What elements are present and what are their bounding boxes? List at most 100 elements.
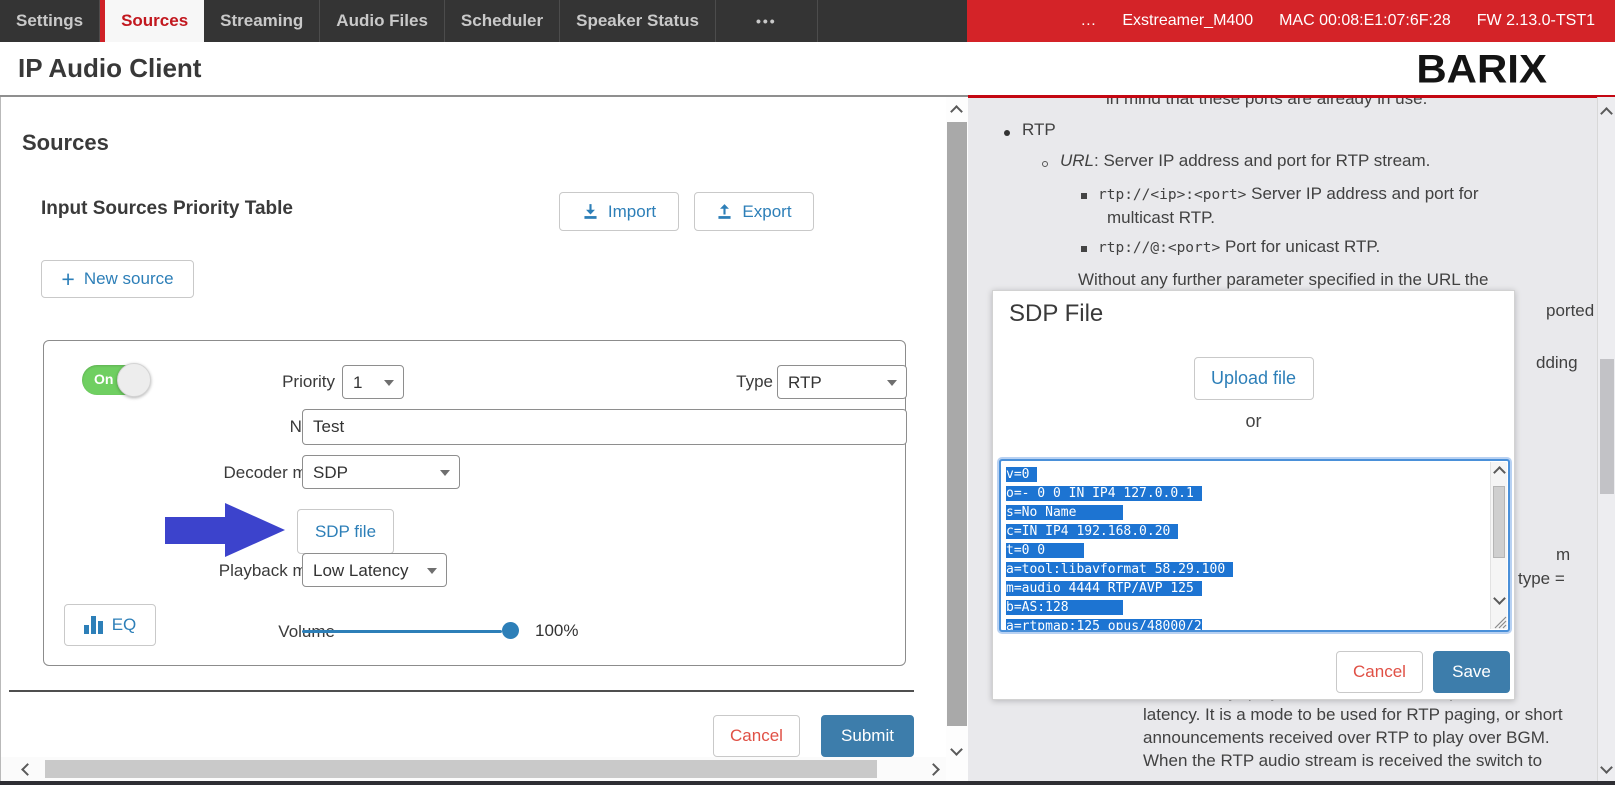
modal-cancel-button[interactable]: Cancel [1336,651,1423,693]
scroll-up-icon[interactable] [1493,466,1506,479]
chevron-down-icon [427,568,437,574]
cancel-button[interactable]: Cancel [713,715,800,757]
page-scrollbar-thumb[interactable] [1600,359,1614,494]
resize-grip-icon[interactable] [1493,615,1507,629]
doc-fragment: dding [1536,353,1578,373]
tab-settings[interactable]: Settings [0,0,100,42]
submit-button[interactable]: Submit [821,715,914,757]
volume-slider-track[interactable] [302,630,502,633]
sdp-line: o=- 0 0 IN IP4 127.0.0.1 [1006,486,1202,501]
horizontal-scrollbar[interactable] [1,757,946,782]
doc-fragment: type = [1518,569,1565,589]
tab-more[interactable]: ••• [716,0,818,42]
priority-value: 1 [353,373,362,393]
submit-label: Submit [841,726,894,746]
toggle-knob [117,363,151,397]
window-bottom-edge [0,781,1615,785]
toggle-on-label: On [94,371,113,387]
source-enabled-toggle[interactable]: On [82,365,149,395]
decoder-mode-value: SDP [313,463,348,483]
import-button[interactable]: Import [559,192,679,231]
chevron-down-icon [440,470,450,476]
upload-file-button[interactable]: Upload file [1194,357,1314,400]
doc-fragment: m [1556,545,1570,565]
name-input[interactable] [302,409,907,445]
app-header: IP Audio Client BARIX [0,42,1615,97]
playback-mode-value: Low Latency [313,561,408,581]
doc-url-rest: : Server IP address and port for RTP str… [1094,151,1430,170]
sources-heading: Sources [22,130,109,156]
doc-url-term: URL [1060,151,1094,170]
doc-low-latency-line4: When the RTP audio stream is received th… [1143,751,1542,771]
scroll-left-icon[interactable] [21,763,34,776]
sdp-line: a=tool:libavformat 58.29.100 [1006,562,1233,577]
doc-multicast-rest: Server IP address and port for [1246,184,1478,203]
scroll-down-icon[interactable] [950,743,963,756]
doc-rtp-item: RTP [1022,120,1056,140]
doc-low-latency-line3: announcements received over RTP to play … [1143,728,1550,748]
import-label: Import [608,202,656,222]
sdp-line: t=0 0 [1006,543,1084,558]
sdp-line: c=IN IP4 192.168.0.20 [1006,524,1178,539]
device-mac: MAC 00:08:E1:07:6F:28 [1279,12,1451,30]
tab-speaker-status[interactable]: Speaker Status [560,0,716,42]
bullet-icon [1004,130,1010,136]
decoder-mode-select[interactable]: SDP [302,455,460,489]
tab-streaming[interactable]: Streaming [204,0,320,42]
scroll-up-icon[interactable] [1600,107,1613,120]
pane-scrollbar-thumb[interactable] [947,122,967,726]
sdp-line: a=rtpmap:125 opus/48000/2 [1006,619,1202,632]
export-label: Export [742,202,791,222]
doc-without-line: Without any further parameter specified … [1078,270,1488,290]
textarea-scrollbar[interactable] [1490,462,1507,629]
modal-save-button[interactable]: Save [1433,651,1510,693]
priority-label: Priority [235,372,335,392]
sdp-file-button[interactable]: SDP file [297,509,394,554]
device-firmware: FW 2.13.0-TST1 [1477,12,1595,30]
priority-table-heading: Input Sources Priority Table [41,198,293,220]
tab-sources[interactable]: Sources [100,0,204,42]
sdp-line: v=0 [1006,467,1037,482]
doc-unicast-rest: Port for unicast RTP. [1220,237,1380,256]
volume-value: 100% [535,621,578,641]
horizontal-scrollbar-thumb[interactable] [45,760,877,778]
device-name: Exstreamer_M400 [1122,12,1253,30]
new-source-button[interactable]: + New source [41,260,194,298]
source-card: On Priority 1 Type RTP Name Decoder mode… [43,340,906,666]
pane-vertical-scrollbar[interactable] [946,97,968,785]
tab-audio-files[interactable]: Audio Files [320,0,445,42]
textarea-scrollbar-thumb[interactable] [1493,486,1505,558]
device-info-ellipsis: … [1080,12,1096,30]
doc-low-latency-line2: latency. It is a mode to be used for RTP… [1143,705,1563,725]
pointer-arrow-head-icon [225,503,285,557]
scroll-right-icon[interactable] [927,763,940,776]
type-value: RTP [788,373,822,393]
barix-logo: BARIX [1416,46,1547,92]
doc-clipped-line: in mind that these ports are already in … [1106,98,1427,109]
scroll-down-icon[interactable] [1600,761,1613,774]
scroll-up-icon[interactable] [950,105,963,118]
chevron-down-icon [384,380,394,386]
cancel-label: Cancel [730,726,783,746]
playback-mode-select[interactable]: Low Latency [302,553,447,587]
sdp-file-label: SDP file [315,522,376,542]
export-button[interactable]: Export [694,192,814,231]
sdp-content-textarea[interactable]: v=0 o=- 0 0 IN IP4 127.0.0.1 s=No Name c… [999,459,1510,632]
modal-save-label: Save [1452,662,1491,682]
or-label: or [993,411,1514,432]
scroll-down-icon[interactable] [1493,592,1506,605]
priority-select[interactable]: 1 [342,365,404,399]
volume-slider-handle[interactable] [502,622,519,639]
chevron-down-icon [887,380,897,386]
page-vertical-scrollbar[interactable] [1597,97,1615,785]
modal-cancel-label: Cancel [1353,662,1406,682]
doc-multicast-code: rtp://<ip>:<port> [1098,187,1246,203]
pointer-arrow-icon [165,517,227,544]
doc-multicast-wrap: multicast RTP. [1107,208,1215,228]
eq-button[interactable]: EQ [64,604,156,646]
sdp-file-modal: SDP File Upload file or v=0 o=- 0 0 IN I… [992,290,1515,700]
download-icon [582,203,599,220]
new-source-label: New source [84,269,174,289]
type-select[interactable]: RTP [777,365,907,399]
tab-scheduler[interactable]: Scheduler [445,0,560,42]
